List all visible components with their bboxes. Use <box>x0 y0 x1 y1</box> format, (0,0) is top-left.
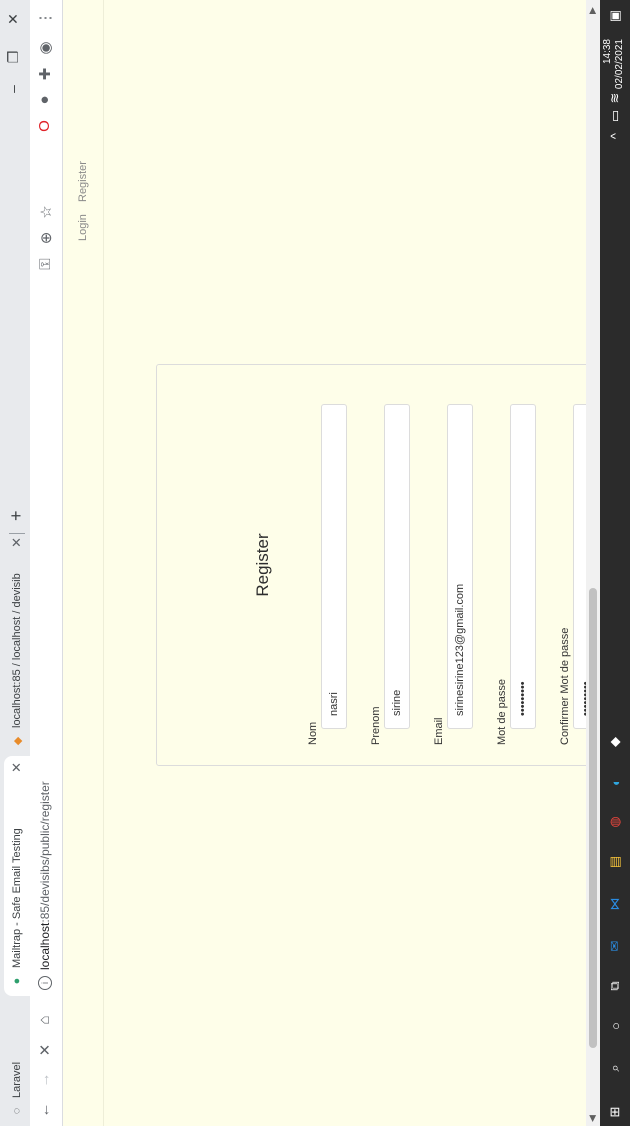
new-tab-button[interactable]: + <box>6 510 27 521</box>
opera-icon[interactable]: O <box>36 116 53 136</box>
horizontal-scrollbar[interactable]: ◀ ▶ <box>586 0 600 1126</box>
minimize-button[interactable]: – <box>5 78 21 100</box>
clock-date: 02/02/2021 <box>614 39 625 90</box>
notification-icon[interactable]: ▣ <box>605 6 625 26</box>
tab-separator <box>9 533 25 534</box>
url-path: :85/devisibs/public/register <box>38 781 52 923</box>
email-label: Email <box>433 717 445 745</box>
tray-arrow-icon[interactable]: ^ <box>605 126 625 146</box>
tab-strip: ◌ Laravel ● Mailtrap - Safe Email Testin… <box>0 0 30 1126</box>
app-icon[interactable]: ◆ <box>605 732 625 752</box>
page-title: Register <box>253 533 272 597</box>
address-bar[interactable]: i localhost:85/devisibs/public/register … <box>33 184 59 1014</box>
mail-icon[interactable]: ✉ <box>605 936 625 956</box>
cortana-icon[interactable]: ○ <box>605 1016 625 1036</box>
tab-label: Laravel <box>11 1061 23 1098</box>
file-explorer-icon[interactable]: ▤ <box>605 852 625 872</box>
zoom-icon[interactable]: ⊕ <box>37 228 55 248</box>
tab-close-icon[interactable]: ✕ <box>9 762 25 773</box>
search-icon[interactable]: ⌕ <box>605 1058 625 1078</box>
scroll-right-icon[interactable]: ▶ <box>587 7 598 14</box>
task-view-icon[interactable]: ⧉ <box>605 976 625 996</box>
site-info-icon[interactable]: i <box>38 976 52 990</box>
tab-close-icon[interactable]: ✕ <box>9 537 25 548</box>
tab-phpmyadmin[interactable]: ◆ localhost:85 / localhost / devisib ✕ <box>4 531 30 756</box>
restore-button[interactable]: ❐ <box>5 46 22 68</box>
menu-icon[interactable]: ⋮ <box>36 8 54 28</box>
edge-icon[interactable]: ◐ <box>605 772 625 792</box>
mailtrap-icon: ● <box>11 977 23 985</box>
vpn-icon[interactable]: ● <box>36 90 53 110</box>
register-card: Register Nom Prenom Email Mot de passe C… <box>156 364 618 766</box>
scroll-left-icon[interactable]: ◀ <box>587 1115 598 1122</box>
url-host: localhost <box>38 922 52 970</box>
clock[interactable]: 14:38 02/02/2021 <box>602 39 626 91</box>
star-icon[interactable]: ☆ <box>37 202 55 222</box>
avatar[interactable]: ◉ <box>36 38 54 58</box>
nom-input[interactable] <box>321 404 347 729</box>
email-input[interactable] <box>447 404 473 729</box>
url-text: localhost:85/devisibs/public/register <box>38 781 52 970</box>
back-icon[interactable]: ← <box>36 1100 53 1120</box>
register-link[interactable]: Register <box>77 161 89 202</box>
page-content: Login Register Register Nom Prenom Email… <box>63 0 618 1126</box>
loading-icon: ◌ <box>11 1107 23 1115</box>
phpmyadmin-icon: ◆ <box>11 736 24 746</box>
scrollbar-thumb[interactable] <box>589 588 597 1048</box>
wifi-icon[interactable]: ≋ <box>605 88 625 108</box>
prenom-input[interactable] <box>384 404 410 729</box>
taskbar: ⊞ ⌕ ○ ⧉ ✉ ⋈ ▤ ◍ ◐ ◆ ^ ▭ ≋ 14:38 02/02/20… <box>600 0 630 1126</box>
battery-icon[interactable]: ▭ <box>605 106 625 126</box>
forward-icon[interactable]: → <box>36 1070 53 1090</box>
key-icon[interactable]: ⚿ <box>37 254 54 274</box>
clock-time: 14:38 <box>602 39 613 65</box>
confirm-password-label: Confirmer Mot de passe <box>559 627 571 745</box>
password-input[interactable] <box>510 404 536 729</box>
extensions-icon[interactable]: ✚ <box>36 64 54 84</box>
close-window-button[interactable]: ✕ <box>5 8 22 30</box>
prenom-label: Prenom <box>370 706 382 745</box>
chrome-icon[interactable]: ◍ <box>605 812 625 832</box>
browser-window: ◌ Laravel ● Mailtrap - Safe Email Testin… <box>0 0 630 1126</box>
visual-studio-icon[interactable]: ⋈ <box>605 894 625 914</box>
nom-label: Nom <box>307 721 319 745</box>
tab-mailtrap[interactable]: ● Mailtrap - Safe Email Testing ✕ <box>4 756 30 996</box>
login-link[interactable]: Login <box>77 214 89 241</box>
tab-laravel[interactable]: ◌ Laravel <box>4 996 30 1126</box>
tab-label: Mailtrap - Safe Email Testing <box>11 828 23 968</box>
tab-label: localhost:85 / localhost / devisib <box>11 573 23 728</box>
windows-start-icon[interactable]: ⊞ <box>605 1102 625 1122</box>
browser-toolbar: ← → ✕ ⌂ i localhost:85/devisibs/public/r… <box>30 0 63 1126</box>
stop-icon[interactable]: ✕ <box>36 1040 54 1060</box>
navbar: Login Register <box>63 0 104 1126</box>
password-label: Mot de passe <box>496 678 508 745</box>
